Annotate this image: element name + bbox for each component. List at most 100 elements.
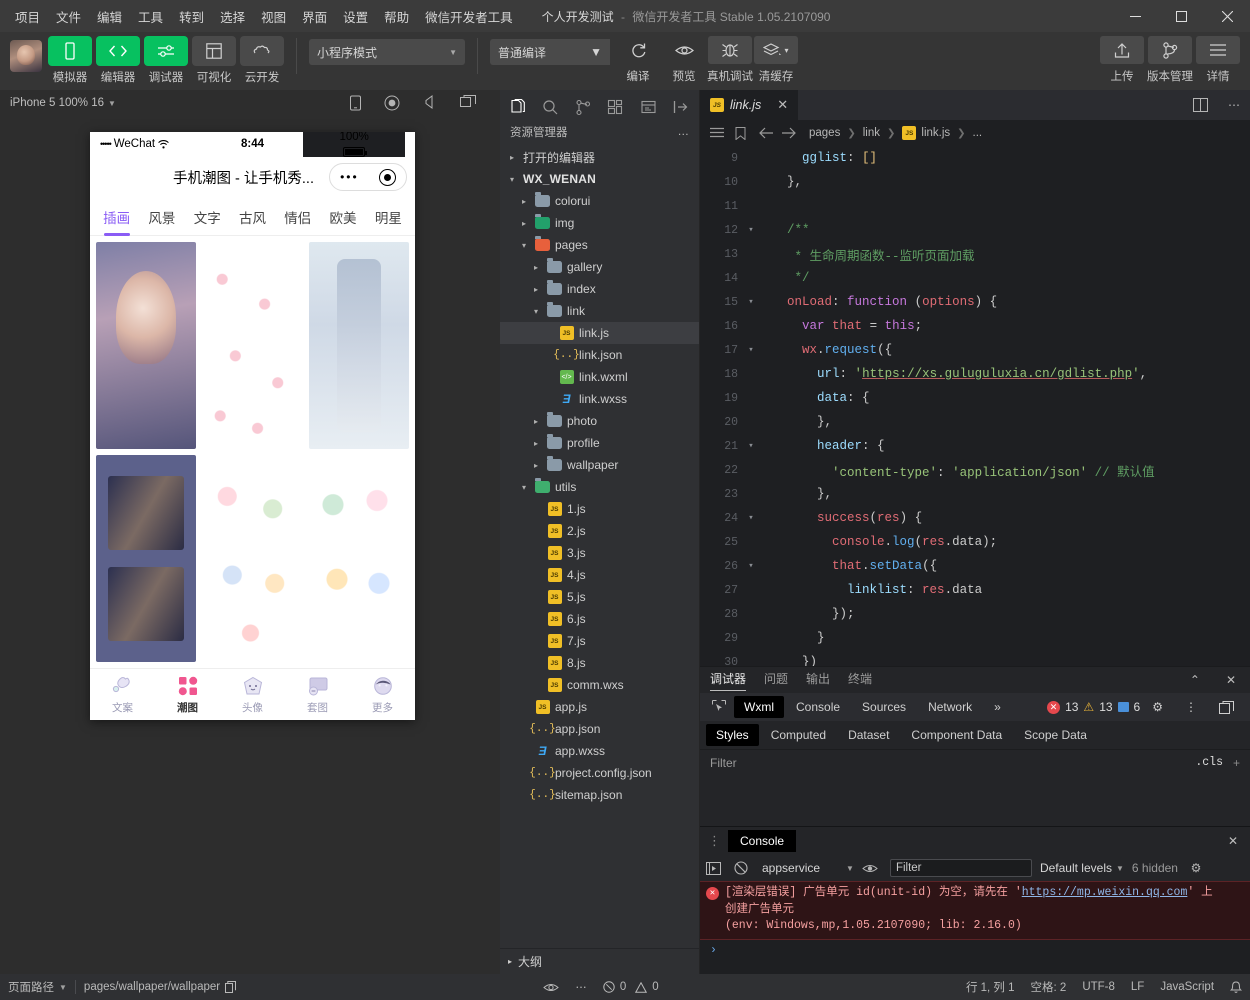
indent-setting[interactable]: 空格: 2 <box>1023 974 1075 1000</box>
search-icon[interactable] <box>535 94 568 120</box>
debugger-tab-调试器[interactable]: 调试器 <box>710 670 747 691</box>
phone-tabbar-文案[interactable]: 文案 <box>90 675 155 715</box>
console-prompt[interactable]: › <box>700 940 1250 961</box>
breadcrumb-item-pages[interactable]: pages <box>809 127 840 139</box>
clear-console-icon[interactable] <box>734 861 754 875</box>
tree-section-打开的编辑器[interactable]: ▸ 打开的编辑器 <box>500 146 699 168</box>
problems-status[interactable]: 0 0 <box>595 974 667 1000</box>
fold-toggle-icon[interactable]: ▾ <box>744 441 758 451</box>
debugger-tab-问题[interactable]: 问题 <box>764 670 788 690</box>
extensions-icon[interactable] <box>600 94 633 120</box>
execute-context-icon[interactable] <box>706 861 726 875</box>
tree-item-link[interactable]: ▾ link <box>500 300 699 322</box>
maximize-button[interactable] <box>1158 0 1204 32</box>
dock-icon[interactable] <box>1209 697 1244 718</box>
volume-icon[interactable] <box>422 95 438 111</box>
copy-icon[interactable] <box>225 981 237 993</box>
phone-rotate-icon[interactable] <box>349 95 362 111</box>
phone-tabbar-更多[interactable]: 更多 <box>350 675 415 715</box>
status-more-icon[interactable]: ⋯ <box>567 974 595 1000</box>
tree-item-3.js[interactable]: JS 3.js <box>500 542 699 564</box>
collapse-icon[interactable] <box>665 94 698 120</box>
console-filter-input[interactable]: Filter <box>889 859 1032 877</box>
tree-item-app.js[interactable]: JS app.js <box>500 696 699 718</box>
fold-toggle-icon[interactable]: ▾ <box>744 561 758 571</box>
menu-item-6[interactable]: 视图 <box>254 3 293 30</box>
phone-tab-文字[interactable]: 文字 <box>185 199 230 235</box>
phone-tab-欧美[interactable]: 欧美 <box>320 199 365 235</box>
action-button-清缓存[interactable]: ▾ 清缓存 <box>754 36 798 84</box>
avatar[interactable] <box>10 40 42 72</box>
tree-item-wallpaper[interactable]: ▸ wallpaper <box>500 454 699 476</box>
tree-item-link.wxss[interactable]: Ǝlink.wxss <box>500 388 699 410</box>
tree-item-link.json[interactable]: {..} link.json <box>500 344 699 366</box>
grid-item[interactable] <box>202 455 303 662</box>
action-button-编译[interactable]: 编译 <box>616 36 660 84</box>
error-link[interactable]: https://mp.weixin.qq.com <box>1022 886 1188 899</box>
issue-counts[interactable]: ✕ 13 ⚠ 13 6 <box>1047 700 1140 714</box>
right-action-版本管理[interactable]: 版本管理 <box>1147 36 1193 84</box>
drag-grip-icon[interactable]: ⋮ <box>708 833 721 849</box>
tree-item-utils[interactable]: ▾ utils <box>500 476 699 498</box>
toolbar-button-可视化[interactable]: 可视化 <box>192 36 236 85</box>
toolbar-button-云开发[interactable]: 云开发 <box>240 36 284 85</box>
menu-item-3[interactable]: 工具 <box>131 3 170 30</box>
code-editor[interactable]: 9 gglist: [] 10 }, 11 12 ▾ /** 13 * 生命周期函数--监… <box>700 146 1250 666</box>
fold-toggle-icon[interactable]: ▾ <box>744 345 758 355</box>
tree-item-comm.wxs[interactable]: JS comm.wxs <box>500 674 699 696</box>
files-icon[interactable] <box>502 94 535 120</box>
tree-item-7.js[interactable]: JS 7.js <box>500 630 699 652</box>
tree-item-img[interactable]: ▸ img <box>500 212 699 234</box>
grid-item[interactable] <box>96 455 197 662</box>
tree-item-2.js[interactable]: JS 2.js <box>500 520 699 542</box>
cursor-position[interactable]: 行 1, 列 1 <box>958 974 1023 1000</box>
fold-toggle-icon[interactable]: ▾ <box>744 225 758 235</box>
tree-item-profile[interactable]: ▸ profile <box>500 432 699 454</box>
phone-tab-明星[interactable]: 明星 <box>366 199 411 235</box>
tree-item-gallery[interactable]: ▸ gallery <box>500 256 699 278</box>
devtools-tab-Sources[interactable]: Sources <box>852 696 916 718</box>
tree-item-sitemap.json[interactable]: {..} sitemap.json <box>500 784 699 806</box>
devtools-tab-Network[interactable]: Network <box>918 696 982 718</box>
forward-arrow-icon[interactable] <box>781 127 796 139</box>
phone-tab-情侣[interactable]: 情侣 <box>275 199 320 235</box>
tree-item-link.wxml[interactable]: </> link.wxml <box>500 366 699 388</box>
eol-setting[interactable]: LF <box>1123 974 1152 1000</box>
page-path-value[interactable]: pages/wallpaper/wallpaper <box>76 974 244 1000</box>
device-select[interactable]: iPhone 5 100% 16 <box>10 97 104 109</box>
right-action-详情[interactable]: 详情 <box>1196 36 1240 84</box>
styles-subtab-Scope-Data[interactable]: Scope Data <box>1014 724 1097 746</box>
breadcrumb-item-link[interactable]: link <box>863 127 880 139</box>
eye-icon[interactable] <box>862 863 882 874</box>
tree-item-6.js[interactable]: JS 6.js <box>500 608 699 630</box>
outline-section[interactable]: ▸ 大纲 <box>500 948 699 974</box>
styles-subtab-Styles[interactable]: Styles <box>706 724 759 746</box>
explorer-more-icon[interactable]: … <box>678 126 690 138</box>
grid-item[interactable] <box>202 242 303 449</box>
encoding-setting[interactable]: UTF-8 <box>1074 974 1123 1000</box>
menu-item-4[interactable]: 转到 <box>172 3 211 30</box>
tree-item-app.json[interactable]: {..} app.json <box>500 718 699 740</box>
styles-subtab-Dataset[interactable]: Dataset <box>838 724 899 746</box>
tree-item-link.js[interactable]: JS link.js <box>500 322 699 344</box>
tree-item-8.js[interactable]: JS 8.js <box>500 652 699 674</box>
grid-item[interactable] <box>96 242 197 449</box>
element-picker-icon[interactable] <box>706 697 732 717</box>
mode-select[interactable]: 小程序模式 ▼ <box>309 39 465 65</box>
phone-tabbar-潮图[interactable]: 潮图 <box>155 675 220 715</box>
styles-filter-input[interactable]: Filter <box>710 756 737 770</box>
tree-item-app.wxss[interactable]: Ǝapp.wxss <box>500 740 699 762</box>
styles-subtab-Computed[interactable]: Computed <box>761 724 836 746</box>
menu-item-10[interactable]: 微信开发者工具 <box>418 3 520 30</box>
list-icon[interactable] <box>710 127 724 139</box>
bell-icon[interactable] <box>1222 974 1250 1000</box>
close-icon[interactable]: ✕ <box>1222 673 1240 687</box>
fold-toggle-icon[interactable]: ▾ <box>744 513 758 523</box>
toolbar-button-调试器[interactable]: 调试器 <box>144 36 188 85</box>
source-control-icon[interactable] <box>567 94 600 120</box>
cls-button[interactable]: .cls <box>1195 756 1223 769</box>
more-dots-icon[interactable]: ••• <box>340 170 359 184</box>
chevron-up-icon[interactable]: ⌃ <box>1186 673 1204 687</box>
console-context-select[interactable]: appservice ▼ <box>762 861 854 875</box>
tree-item-4.js[interactable]: JS 4.js <box>500 564 699 586</box>
